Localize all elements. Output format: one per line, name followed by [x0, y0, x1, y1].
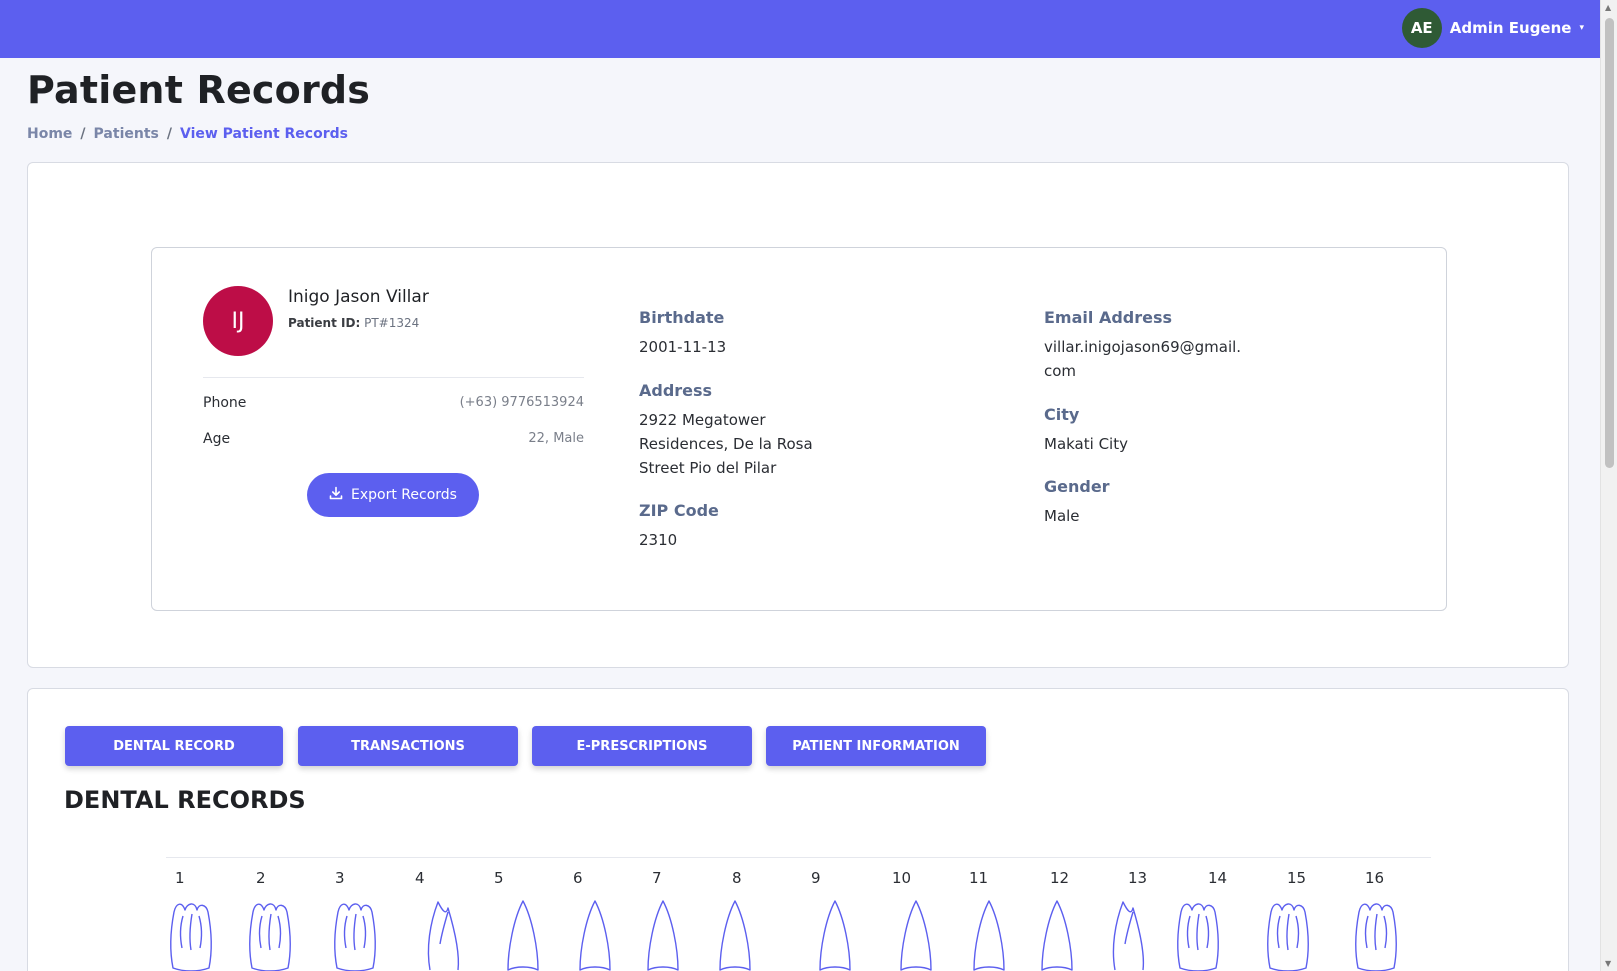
scrollbar[interactable]: ▲ ▼ — [1600, 0, 1617, 971]
address-line-1: 2922 Megatower — [639, 411, 766, 429]
tooth-number: 10 — [892, 869, 912, 887]
teeth-chart-divider — [166, 857, 1431, 858]
patient-id-label: Patient ID: — [288, 316, 361, 330]
address-line-3: Street Pio del Pilar — [639, 459, 777, 477]
tooth-number: 7 — [652, 869, 662, 887]
tooth-12-icon[interactable] — [1034, 898, 1080, 971]
tooth-4-icon[interactable] — [420, 898, 466, 971]
address-line-2: Residences, De la Rosa — [639, 435, 813, 453]
tooth-number: 8 — [732, 869, 742, 887]
tooth-16-icon[interactable] — [1353, 898, 1399, 971]
phone-row: Phone (+63) 9776513924 — [203, 395, 584, 411]
patient-avatar: IJ — [203, 286, 273, 356]
tooth-14-icon[interactable] — [1175, 898, 1221, 971]
download-icon — [329, 486, 343, 504]
tooth-3-icon[interactable] — [332, 898, 378, 971]
email-line-1: villar.inigojason69@gmail. — [1044, 338, 1242, 356]
tooth-number: 11 — [969, 869, 989, 887]
patient-id: Patient ID: PT#1324 — [288, 316, 419, 330]
tooth-number: 9 — [811, 869, 821, 887]
breadcrumb-separator: / — [80, 126, 86, 142]
tab-dental-record[interactable]: DENTAL RECORD — [65, 726, 283, 766]
age-row: Age 22, Male — [203, 431, 584, 447]
breadcrumb: Home / Patients / View Patient Records — [27, 126, 348, 142]
age-value: 22, Male — [528, 431, 584, 446]
user-menu[interactable]: AE Admin Eugene ▾ — [1401, 8, 1584, 48]
export-records-label: Export Records — [351, 487, 457, 503]
gender-label: Gender — [1044, 477, 1110, 496]
tooth-11-icon[interactable] — [966, 898, 1012, 971]
divider — [203, 377, 584, 378]
gender-value: Male — [1044, 507, 1080, 525]
city-value: Makati City — [1044, 435, 1128, 453]
breadcrumb-home[interactable]: Home — [27, 126, 72, 142]
tooth-number: 4 — [415, 869, 425, 887]
tooth-13-icon[interactable] — [1105, 898, 1151, 971]
city-label: City — [1044, 405, 1080, 424]
tooth-number: 3 — [335, 869, 345, 887]
tooth-number: 16 — [1365, 869, 1385, 887]
avatar: AE — [1401, 8, 1442, 48]
email-line-2: com — [1044, 362, 1077, 380]
zip-code-value: 2310 — [639, 531, 678, 549]
tooth-15-icon[interactable] — [1265, 898, 1311, 971]
email-label: Email Address — [1044, 308, 1173, 327]
tooth-number: 1 — [175, 869, 185, 887]
user-name: Admin Eugene — [1449, 19, 1572, 37]
breadcrumb-patients[interactable]: Patients — [94, 126, 159, 142]
tab-transactions[interactable]: TRANSACTIONS — [298, 726, 518, 766]
tooth-number: 15 — [1287, 869, 1307, 887]
page-title: Patient Records — [27, 68, 371, 112]
tooth-7-icon[interactable] — [640, 898, 686, 971]
tab-patient-information[interactable]: PATIENT INFORMATION — [766, 726, 986, 766]
tooth-8-icon[interactable] — [712, 898, 758, 971]
tooth-2-icon[interactable] — [247, 898, 293, 971]
birthdate-value: 2001-11-13 — [639, 338, 727, 356]
tooth-10-icon[interactable] — [893, 898, 939, 971]
tooth-number: 6 — [573, 869, 583, 887]
phone-label: Phone — [203, 395, 247, 411]
tooth-6-icon[interactable] — [572, 898, 618, 971]
tooth-1-icon[interactable] — [168, 898, 214, 971]
age-label: Age — [203, 431, 231, 447]
top-navbar: AE Admin Eugene ▾ — [0, 0, 1600, 58]
tab-e-prescriptions[interactable]: E-PRESCRIPTIONS — [532, 726, 752, 766]
tooth-number: 14 — [1208, 869, 1228, 887]
phone-value: (+63) 9776513924 — [459, 395, 584, 410]
tooth-5-icon[interactable] — [500, 898, 546, 971]
patient-name: Inigo Jason Villar — [288, 287, 429, 307]
address-label: Address — [639, 381, 713, 400]
tooth-9-icon[interactable] — [812, 898, 858, 971]
export-records-button[interactable]: Export Records — [307, 473, 479, 517]
scroll-up-icon[interactable]: ▲ — [1605, 3, 1611, 12]
zip-code-label: ZIP Code — [639, 501, 719, 520]
tooth-number: 13 — [1128, 869, 1148, 887]
tooth-number: 12 — [1050, 869, 1070, 887]
tooth-number: 2 — [256, 869, 266, 887]
birthdate-label: Birthdate — [639, 308, 725, 327]
scroll-down-icon[interactable]: ▼ — [1605, 959, 1611, 968]
breadcrumb-separator: / — [166, 126, 172, 142]
caret-down-icon: ▾ — [1579, 23, 1584, 33]
breadcrumb-current[interactable]: View Patient Records — [180, 126, 348, 142]
scrollbar-thumb[interactable] — [1605, 18, 1614, 468]
dental-records-title: DENTAL RECORDS — [64, 786, 306, 814]
tooth-number: 5 — [494, 869, 504, 887]
patient-id-value: PT#1324 — [364, 316, 420, 330]
